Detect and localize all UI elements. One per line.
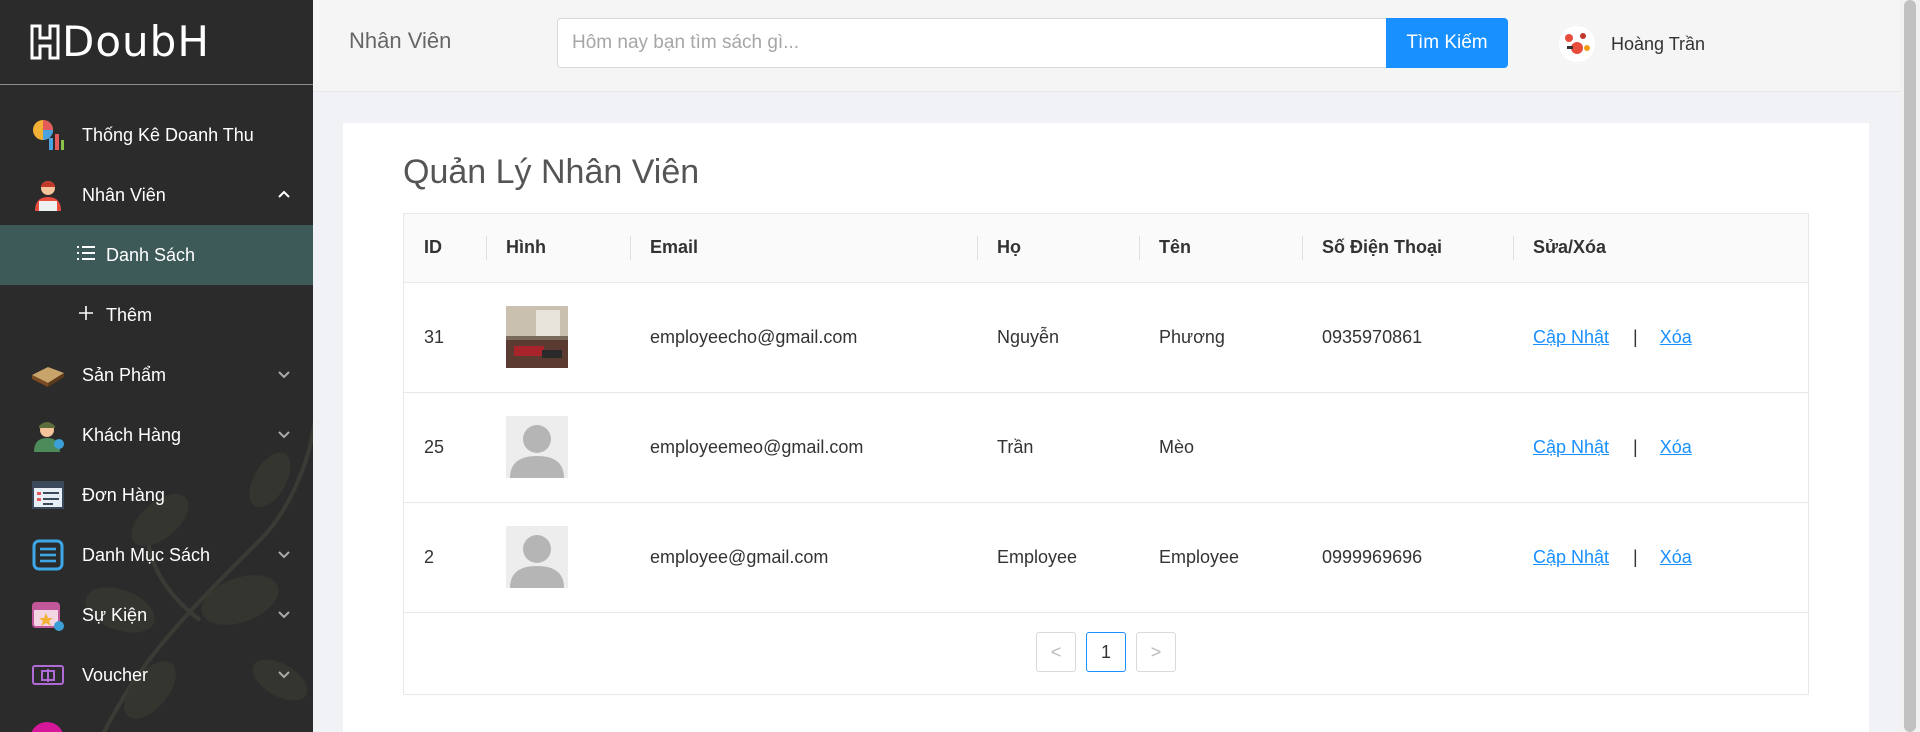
- list-icon: [76, 245, 96, 266]
- cell-id: 2: [424, 546, 435, 567]
- partial-menu-icon: [30, 722, 64, 732]
- default-avatar-icon: [506, 526, 568, 588]
- logo-mark-icon: [30, 24, 60, 60]
- column-header-image: Hình: [486, 214, 630, 283]
- sidebar-item-customers[interactable]: Khách Hàng: [0, 405, 313, 465]
- chevron-down-icon: [278, 671, 290, 679]
- cell-email: employeecho@gmail.com: [650, 326, 858, 347]
- category-icon: [30, 537, 66, 573]
- delete-link[interactable]: Xóa: [1660, 327, 1692, 347]
- sidebar-item-label: Khách Hàng: [82, 424, 182, 445]
- scrollbar-thumb[interactable]: [1904, 0, 1916, 732]
- sidebar-item-revenue[interactable]: Thống Kê Doanh Thu: [0, 105, 313, 165]
- chart-icon: [30, 117, 66, 153]
- plus-icon: [76, 305, 96, 326]
- chevron-down-icon: [278, 551, 290, 559]
- pagination: < 1 >: [404, 632, 1808, 672]
- sidebar-item-categories[interactable]: Danh Mục Sách: [0, 525, 313, 585]
- header-title: Nhân Viên: [349, 28, 452, 53]
- cell-last-name: Nguyễn: [997, 326, 1060, 347]
- cell-actions: Cập Nhật | Xóa: [1513, 392, 1808, 502]
- cell-phone: 0999969696: [1322, 546, 1423, 567]
- table-row: 25 employeemeo@gmail.com Trần Mèo Cập Nh…: [404, 392, 1808, 502]
- vertical-scrollbar[interactable]: [1900, 0, 1920, 732]
- prev-page-button[interactable]: <: [1036, 632, 1076, 672]
- cell-id: 31: [424, 326, 445, 347]
- sidebar-item-orders[interactable]: Đơn Hàng: [0, 465, 313, 525]
- next-page-button[interactable]: >: [1136, 632, 1176, 672]
- sidebar-item-label: Danh Mục Sách: [82, 544, 211, 565]
- chevron-down-icon: [278, 431, 290, 439]
- sidebar-subitem-add[interactable]: Thêm: [0, 285, 313, 345]
- column-header-email: Email: [630, 214, 977, 283]
- search-input[interactable]: [557, 18, 1401, 68]
- action-separator: |: [1633, 436, 1638, 457]
- calendar-icon: [30, 597, 66, 633]
- sidebar: DoubH Thống Kê Doanh Thu Nhân Viên Danh …: [0, 0, 313, 732]
- cell-actions: Cập Nhật | Xóa: [1513, 502, 1808, 612]
- column-header-first-name: Tên: [1139, 214, 1302, 283]
- sidebar-item-events[interactable]: Sự Kiện: [0, 585, 313, 645]
- employee-photo: [506, 306, 568, 368]
- page-title: Quản Lý Nhân Viên: [403, 153, 700, 191]
- column-header-actions: Sửa/Xóa: [1513, 214, 1808, 283]
- sidebar-subitem-label: Thêm: [106, 304, 153, 325]
- sidebar-item-voucher[interactable]: Voucher: [0, 645, 313, 705]
- cell-first-name: Phương: [1159, 326, 1225, 347]
- column-header-id: ID: [404, 214, 486, 283]
- customer-icon: [30, 417, 66, 453]
- sidebar-item-products[interactable]: Sản Phẩm: [0, 345, 313, 405]
- cell-email: employee@gmail.com: [650, 546, 829, 567]
- cell-last-name: Trần: [997, 436, 1034, 457]
- search-button[interactable]: Tìm Kiếm: [1386, 18, 1508, 68]
- order-icon: [30, 477, 66, 513]
- delete-link[interactable]: Xóa: [1660, 437, 1692, 457]
- cell-phone: [1302, 392, 1513, 502]
- sidebar-item-label: Voucher: [82, 664, 149, 685]
- cell-id: 25: [424, 436, 445, 457]
- page-1-button[interactable]: 1: [1086, 632, 1126, 672]
- logo[interactable]: DoubH: [0, 0, 313, 85]
- avatar[interactable]: [1557, 24, 1597, 64]
- cell-first-name: Employee: [1159, 546, 1240, 567]
- edit-link[interactable]: Cập Nhật: [1533, 437, 1609, 457]
- column-header-phone: Số Điện Thoại: [1302, 214, 1513, 283]
- book-icon: [30, 357, 66, 393]
- cell-phone: 0935970861: [1322, 326, 1423, 347]
- chevron-down-icon: [278, 611, 290, 619]
- user-menu[interactable]: Hoàng Trần: [1557, 24, 1705, 64]
- action-separator: |: [1633, 326, 1638, 347]
- table-row: 31 employeecho@gmail.com Nguyễn Phương 0…: [404, 282, 1808, 392]
- sidebar-item-employees[interactable]: Nhân Viên: [0, 165, 313, 225]
- sidebar-subitem-list[interactable]: Danh Sách: [0, 225, 313, 285]
- delete-link[interactable]: Xóa: [1660, 547, 1692, 567]
- employee-icon: [30, 177, 66, 213]
- sidebar-item-label: Sản Phẩm: [82, 364, 167, 385]
- action-separator: |: [1633, 546, 1638, 567]
- sidebar-item-label: Thống Kê Doanh Thu: [82, 124, 254, 145]
- edit-link[interactable]: Cập Nhật: [1533, 547, 1609, 567]
- sidebar-subitem-label: Danh Sách: [106, 244, 196, 265]
- main-content: Quản Lý Nhân Viên ID Hình Email Họ Tên S…: [343, 123, 1869, 732]
- sidebar-item-label: Nhân Viên: [82, 184, 166, 205]
- cell-actions: Cập Nhật | Xóa: [1513, 282, 1808, 392]
- sidebar-item-label: Sự Kiện: [82, 604, 148, 625]
- voucher-icon: [30, 657, 66, 693]
- table-row: 2 employee@gmail.com Employee Employee 0…: [404, 502, 1808, 612]
- employee-table: ID Hình Email Họ Tên Số Điện Thoại Sửa/X…: [403, 213, 1809, 695]
- sidebar-item-label: Đơn Hàng: [82, 484, 165, 505]
- sidebar-menu: Thống Kê Doanh Thu Nhân Viên Danh Sách T…: [0, 105, 313, 705]
- logo-text: DoubH: [62, 17, 210, 66]
- cell-last-name: Employee: [997, 546, 1078, 567]
- column-header-last-name: Họ: [977, 214, 1139, 283]
- chevron-up-icon: [278, 190, 290, 198]
- user-name: Hoàng Trần: [1611, 33, 1706, 54]
- cell-first-name: Mèo: [1159, 436, 1195, 457]
- table-header-row: ID Hình Email Họ Tên Số Điện Thoại Sửa/X…: [404, 214, 1808, 283]
- top-header: Nhân Viên Tìm Kiếm Hoàng Trần: [313, 0, 1900, 92]
- cell-email: employeemeo@gmail.com: [650, 436, 864, 457]
- edit-link[interactable]: Cập Nhật: [1533, 327, 1609, 347]
- default-avatar-icon: [506, 416, 568, 478]
- chevron-down-icon: [278, 371, 290, 379]
